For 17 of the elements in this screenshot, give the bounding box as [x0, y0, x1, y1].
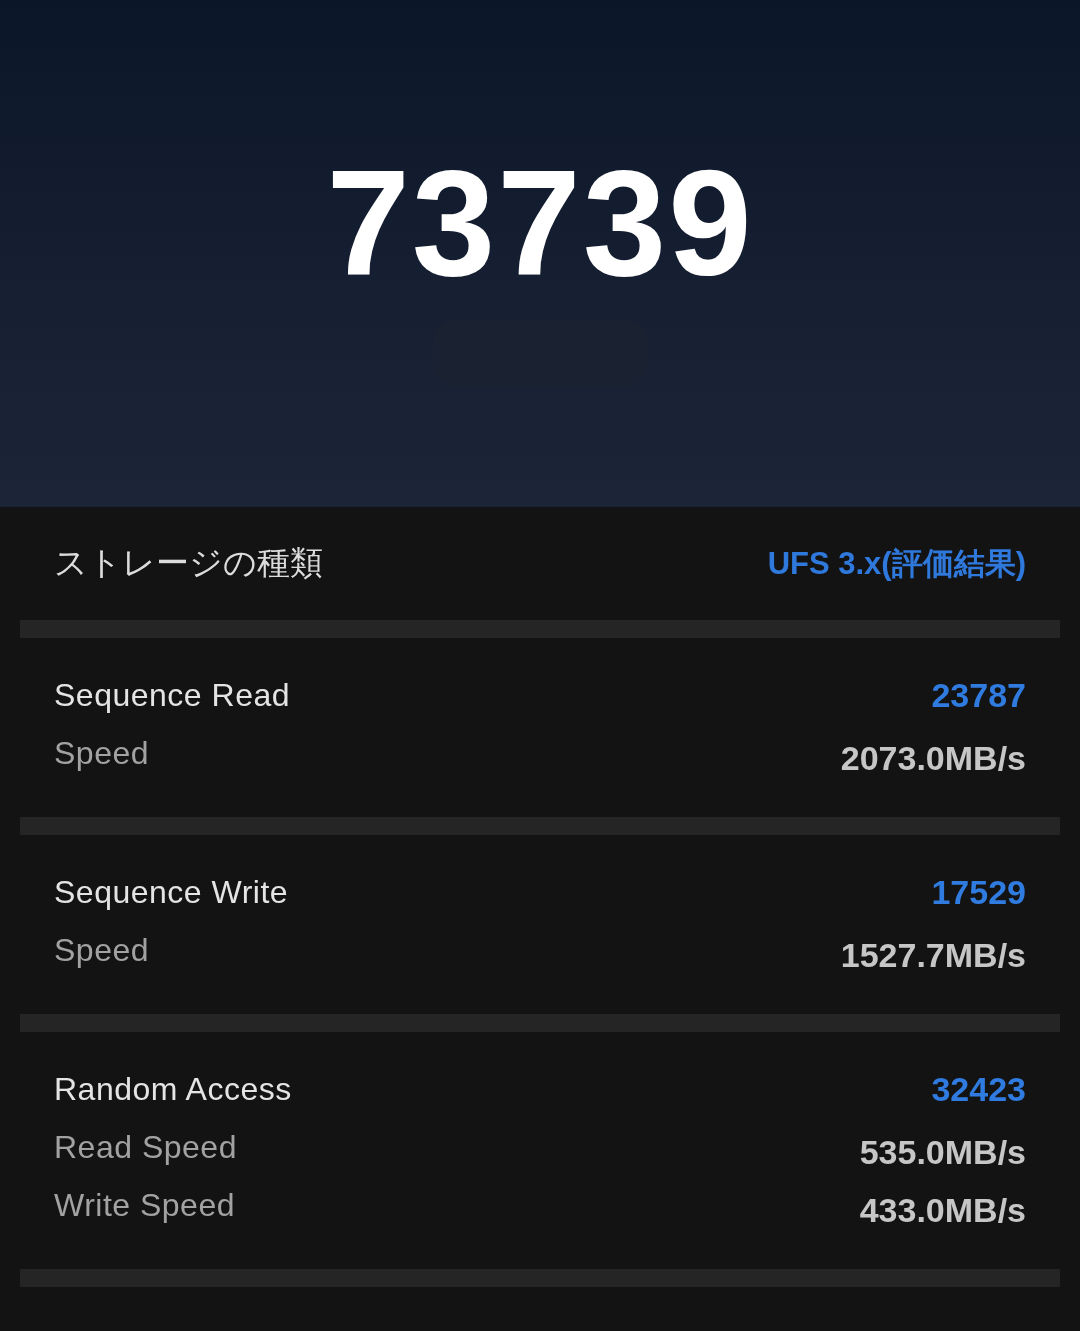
- metric-value: 535.0MB/s: [859, 1132, 1026, 1172]
- metric-label: Write Speed: [54, 1186, 235, 1224]
- metric-label: Read Speed: [54, 1128, 237, 1166]
- section-score: 17529: [931, 872, 1026, 912]
- storage-type-label: ストレージの種類: [54, 543, 323, 583]
- metric-label: Speed: [54, 734, 150, 772]
- metric-value: 2073.0MB/s: [840, 738, 1026, 778]
- section-title: Random Access: [54, 1070, 292, 1108]
- metric-value: 1527.7MB/s: [840, 935, 1026, 975]
- section-score: 32423: [931, 1069, 1026, 1109]
- section-title: Sequence Write: [54, 873, 289, 911]
- storage-type-value: UFS 3.x(評価結果): [767, 544, 1026, 583]
- metric-value: 433.0MB/s: [859, 1190, 1026, 1230]
- section-title: Sequence Read: [54, 676, 290, 714]
- metric-label: Speed: [54, 931, 150, 969]
- total-score: 73739: [326, 148, 754, 298]
- section-score: 23787: [931, 675, 1026, 715]
